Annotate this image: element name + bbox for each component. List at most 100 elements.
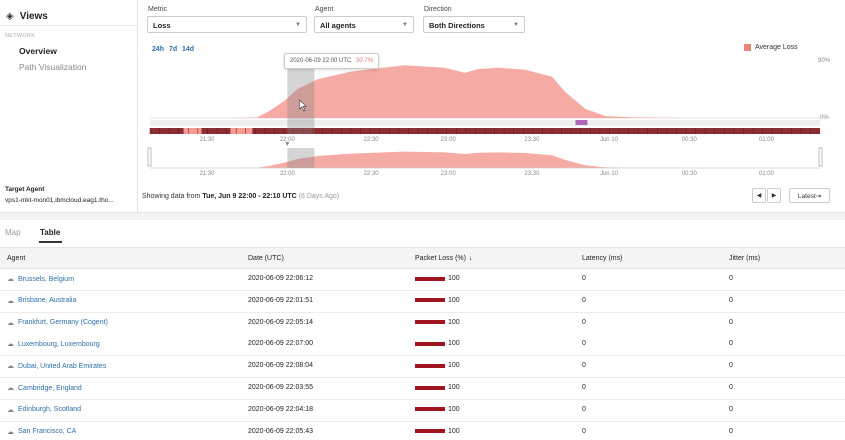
agent-link[interactable]: Brisbane, Australia bbox=[18, 297, 76, 304]
loss-bar bbox=[415, 385, 445, 390]
packet-loss-cell: 100 bbox=[415, 275, 460, 282]
date-cell: 2020-06-09 22:06:12 bbox=[248, 275, 313, 282]
status-ago: (6 Days Ago) bbox=[298, 193, 340, 200]
packet-loss-cell: 100 bbox=[415, 428, 460, 435]
table-row[interactable]: ☁ Frankfurt, Germany (Cogent) 2020-06-09 2… bbox=[0, 312, 845, 335]
metric-select[interactable]: Loss ▼ bbox=[147, 16, 307, 33]
loss-bar bbox=[415, 363, 445, 368]
next-button[interactable]: ▶ bbox=[767, 188, 781, 203]
latency-cell: 0 bbox=[582, 384, 586, 391]
agent-cell[interactable]: ☁ Dubai, United Arab Emirates bbox=[7, 362, 106, 371]
scrub-track[interactable] bbox=[150, 120, 820, 126]
scrub-marker bbox=[575, 120, 588, 125]
chart-tooltip: 2020-06-09 22:00 UTC 30.7% bbox=[284, 53, 380, 69]
nav-overview[interactable]: Overview bbox=[19, 46, 57, 56]
agent-cell[interactable]: ☁ Cambridge, England bbox=[7, 384, 82, 393]
cloud-icon: ☁ bbox=[7, 276, 14, 283]
loss-bar bbox=[415, 298, 445, 303]
status-prefix: Showing data from bbox=[142, 193, 203, 200]
col-jitter[interactable]: Jitter (ms) bbox=[729, 255, 760, 262]
overview-x-tick-label: 22:30 bbox=[364, 171, 380, 177]
overview-selection-window[interactable] bbox=[287, 148, 315, 168]
chevron-down-icon: ▼ bbox=[295, 22, 301, 28]
active-tab-indicator bbox=[39, 241, 62, 243]
agent-link[interactable]: Dubai, United Arab Emirates bbox=[18, 363, 106, 370]
loss-timeline-chart[interactable]: 21:30 22:00 22:30 23:00 23:30 Jun 10 00:30 01:0… bbox=[142, 52, 842, 182]
cloud-icon: ☁ bbox=[7, 319, 14, 327]
views-header[interactable]: ◈ Views bbox=[0, 0, 137, 26]
col-latency[interactable]: Latency (ms) bbox=[582, 255, 622, 262]
table-row[interactable]: ☁ Brisbane, Australia 2020-06-09 22:01:51 1… bbox=[0, 290, 845, 313]
target-agent-value: vps1-mkt-mon01.ibmcloud.eag1.tho... bbox=[5, 197, 114, 204]
sort-desc-icon: ↓ bbox=[468, 255, 473, 262]
agent-select[interactable]: All agents ▼ bbox=[314, 16, 414, 33]
table-header: Agent Date (UTC) Packet Loss (%) ↓ Latenc… bbox=[0, 247, 845, 269]
table-row[interactable]: ☁ Brussels, Belgium 2020-06-09 22:06:12 100… bbox=[0, 269, 845, 291]
col-packet-loss[interactable]: Packet Loss (%) ↓ bbox=[415, 255, 472, 262]
date-cell: 2020-06-09 22:05:14 bbox=[248, 318, 313, 326]
agent-cell[interactable]: ☁ Brisbane, Australia bbox=[7, 297, 76, 305]
latest-button[interactable]: Latest⇥ bbox=[789, 188, 830, 203]
agent-value: All agents bbox=[320, 21, 356, 30]
cloud-icon: ☁ bbox=[7, 406, 14, 414]
nav-path-visualization[interactable]: Path Visualization bbox=[19, 62, 86, 72]
metric-label: Metric bbox=[148, 6, 168, 13]
agent-cell[interactable]: ☁ Frankfurt, Germany (Cogent) bbox=[7, 319, 108, 327]
latency-cell: 0 bbox=[582, 405, 586, 413]
overview-x-tick-label: 22:00 bbox=[280, 171, 296, 177]
agent-cell[interactable]: ☁ San Francisco, CA bbox=[7, 428, 76, 436]
latency-cell: 0 bbox=[582, 340, 586, 348]
cloud-icon: ☁ bbox=[7, 297, 14, 305]
loss-bar bbox=[415, 429, 445, 434]
table-row[interactable]: ☁ Luxembourg, Luxembourg 2020-06-09 22:07:… bbox=[0, 334, 845, 357]
y-tick-label: 0% bbox=[820, 115, 829, 121]
prev-button[interactable]: ◀ bbox=[752, 188, 766, 203]
col-date[interactable]: Date (UTC) bbox=[248, 255, 284, 262]
x-tick-label: 00:30 bbox=[682, 137, 698, 143]
overview-x-tick-label: 23:30 bbox=[524, 171, 540, 177]
views-title: Views bbox=[19, 10, 48, 22]
table-row[interactable]: ☁ Cambridge, England 2020-06-09 22:03:55 10… bbox=[0, 378, 845, 400]
agent-link[interactable]: Cambridge, England bbox=[18, 385, 82, 392]
packet-loss-cell: 100 bbox=[415, 384, 460, 391]
table-row[interactable]: ☁ San Francisco, CA 2020-06-09 22:05:43 100… bbox=[0, 421, 845, 440]
agent-link[interactable]: San Francisco, CA bbox=[18, 428, 76, 435]
agent-link[interactable]: Edinburgh, Scotland bbox=[18, 406, 81, 413]
overview-handle-right[interactable] bbox=[818, 147, 823, 167]
x-tick-label: Jun 10 bbox=[600, 137, 619, 143]
agent-link[interactable]: Brussels, Belgium bbox=[18, 276, 74, 283]
loss-value: 100 bbox=[448, 340, 460, 348]
chevron-down-icon: ▼ bbox=[402, 22, 408, 28]
overview-x-tick-label: 23:00 bbox=[441, 171, 457, 177]
agent-link[interactable]: Frankfurt, Germany (Cogent) bbox=[18, 319, 108, 326]
agent-link[interactable]: Luxembourg, Luxembourg bbox=[18, 341, 100, 348]
direction-select[interactable]: Both Directions ▼ bbox=[423, 16, 525, 33]
target-agent-label: Target Agent bbox=[5, 186, 45, 193]
agent-cell[interactable]: ☁ Brussels, Belgium bbox=[7, 275, 74, 284]
packet-loss-cell: 100 bbox=[415, 362, 460, 369]
date-cell: 2020-06-09 22:03:55 bbox=[248, 384, 313, 391]
loss-value: 100 bbox=[448, 384, 460, 391]
table-row[interactable]: ☁ Dubai, United Arab Emirates 2020-06-09 2… bbox=[0, 356, 845, 379]
jitter-cell: 0 bbox=[729, 362, 733, 370]
agent-cell[interactable]: ☁ Luxembourg, Luxembourg bbox=[7, 340, 100, 349]
tab-table[interactable]: Table bbox=[40, 228, 60, 237]
cloud-icon: ☁ bbox=[7, 385, 14, 392]
loss-value: 100 bbox=[448, 318, 460, 326]
legend-label: Average Loss bbox=[755, 44, 798, 51]
overview-handle-left[interactable] bbox=[147, 147, 152, 167]
col-agent[interactable]: Agent bbox=[7, 255, 25, 262]
jitter-cell: 0 bbox=[729, 318, 733, 326]
date-cell: 2020-06-09 22:08:04 bbox=[248, 362, 313, 370]
tab-map[interactable]: Map bbox=[5, 228, 21, 237]
jitter-cell: 0 bbox=[729, 384, 733, 391]
tooltip-time: 2020-06-09 22:00 UTC bbox=[290, 58, 352, 64]
x-tick-label: 21:30 bbox=[199, 137, 215, 143]
table-row[interactable]: ☁ Edinburgh, Scotland 2020-06-09 22:04:18 1… bbox=[0, 399, 845, 422]
sidebar: ◈ Views NETWORK Overview Path Visualizat… bbox=[0, 0, 138, 212]
selection-marker-icon bbox=[285, 142, 290, 146]
date-cell: 2020-06-09 22:04:18 bbox=[248, 405, 313, 413]
jitter-cell: 0 bbox=[729, 296, 733, 304]
agent-cell[interactable]: ☁ Edinburgh, Scotland bbox=[7, 406, 81, 414]
latency-cell: 0 bbox=[582, 318, 586, 326]
